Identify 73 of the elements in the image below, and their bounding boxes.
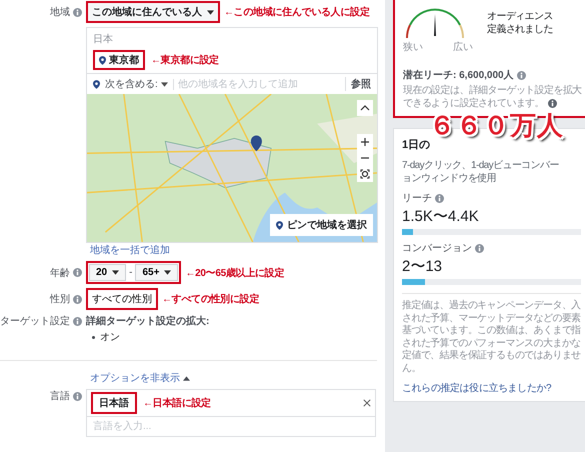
field-label: ターゲット設定 xyxy=(0,314,70,328)
info-icon xyxy=(73,8,82,16)
pin-icon xyxy=(99,56,106,64)
location-icon xyxy=(360,169,370,179)
gauge-min-label: 狭い xyxy=(403,40,423,54)
disclaimer-text: ん。 xyxy=(402,362,422,375)
gender-selector[interactable]: すべての性別 xyxy=(86,288,158,310)
browse-button[interactable]: 参照 xyxy=(345,77,371,91)
detailed-targeting-title: 詳細ターゲット設定の拡大: xyxy=(86,314,210,328)
caret-up-icon xyxy=(183,376,190,380)
metric-value: 2〜13 xyxy=(402,257,444,276)
audience-note-text: 現在の設定は、詳細ターゲット設定を拡大 xyxy=(403,84,582,97)
disclaimer-text: された予算でのパフォーマンスの大まかな xyxy=(402,338,581,350)
disclaimer-text: 基づいています。この数値は、あくまで指 xyxy=(402,325,581,338)
include-dropdown[interactable]: 次を含める: xyxy=(105,77,168,91)
metric-value: 1.5K〜4.4K xyxy=(402,207,480,226)
annotation-text: ←すべての性別に設定 xyxy=(162,292,260,306)
info-icon xyxy=(475,244,484,252)
caret-icon xyxy=(207,10,214,14)
language-chip[interactable]: 日本語 xyxy=(91,392,137,414)
annotation-text: ←東京都に設定 xyxy=(151,53,219,67)
audience-note-text: できるように設定されています。 xyxy=(403,97,544,110)
caret-icon xyxy=(112,270,120,275)
callout-text: ６６０万人 xyxy=(429,109,564,140)
pin-icon xyxy=(93,80,100,88)
disclaimer-text: 定値で、結果を保証するものではありませ xyxy=(402,350,581,362)
disclaimer-text: 推定値は、過去のキャンペーンデータ、入 xyxy=(402,300,581,312)
bulk-add-link[interactable]: 地域を一括で追加 xyxy=(90,243,170,257)
info-icon xyxy=(73,268,82,277)
feedback-link[interactable]: これらの推定は役に立ちましたか? xyxy=(402,381,581,395)
field-label: 年齢 xyxy=(50,266,70,280)
field-label: 性別 xyxy=(50,292,70,306)
potential-reach: 潜在リーチ: 6,600,000人 xyxy=(403,68,514,82)
caret-icon xyxy=(164,270,172,275)
max-age-dropdown[interactable]: 65+ xyxy=(135,264,178,281)
metric-label: リーチ xyxy=(402,192,432,205)
range-separator: - xyxy=(129,267,132,278)
pin-select-button[interactable]: ピンで地域を選択 xyxy=(270,214,373,236)
zoom-in-button[interactable] xyxy=(357,134,373,150)
attribution-text: ョンウィンドウを使用 xyxy=(402,172,498,185)
metric-label: コンバージョン xyxy=(402,242,472,255)
bullet-icon xyxy=(92,336,95,338)
info-icon xyxy=(73,316,82,326)
collapse-map-button[interactable] xyxy=(357,100,373,116)
close-icon[interactable] xyxy=(363,399,371,407)
min-age-dropdown[interactable]: 20 xyxy=(89,264,126,281)
plus-icon xyxy=(360,137,370,147)
hide-options-link[interactable]: オプションを非表示 xyxy=(90,371,190,385)
annotation-text: ←この地域に住んでいる人に設定 xyxy=(224,5,370,19)
info-icon xyxy=(73,392,82,400)
field-label: 言語 xyxy=(50,390,70,403)
info-icon xyxy=(516,70,526,80)
location-chip[interactable]: 東京都 xyxy=(93,50,145,70)
annotation-text: ←日本語に設定 xyxy=(143,396,211,410)
annotation-text: ←20〜65歳以上に設定 xyxy=(185,266,284,280)
language-input[interactable]: 言語を入力... xyxy=(86,417,376,437)
disclaimer-text: された予算、マーケットデータなどの要素 xyxy=(402,312,581,324)
estimates-heading: 1日の xyxy=(402,138,432,153)
country-label: 日本 xyxy=(92,32,114,47)
list-item: オン xyxy=(100,331,120,344)
pin-icon xyxy=(276,220,283,230)
info-icon xyxy=(548,99,558,108)
attribution-text: 7-dayクリック、1-dayビューコンバー xyxy=(402,159,560,172)
gauge-max-label: 広い xyxy=(453,40,473,54)
caret-icon xyxy=(160,82,168,86)
info-icon xyxy=(435,194,444,202)
chevron-up-icon xyxy=(360,103,370,113)
audience-summary-text: 定義されました xyxy=(487,23,553,36)
info-icon xyxy=(73,294,82,304)
field-label: 地域 xyxy=(50,6,70,19)
location-mode-dropdown[interactable]: この地域に住んでいる人 xyxy=(86,1,220,23)
audience-summary-text: オーディエンス xyxy=(487,10,553,23)
locate-button[interactable] xyxy=(357,166,373,182)
